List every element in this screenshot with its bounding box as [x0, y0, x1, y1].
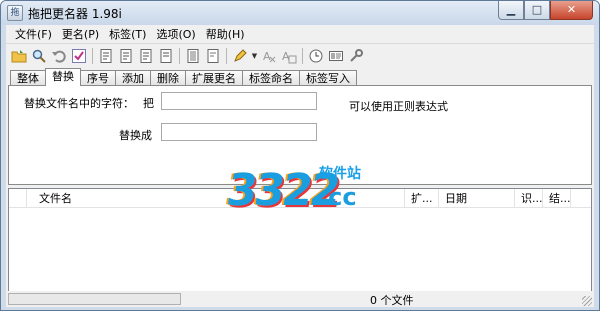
menu-rename[interactable]: 更名(P)	[57, 25, 104, 44]
highlighter-icon[interactable]	[230, 46, 250, 66]
tab-extension-rename[interactable]: 扩展更名	[185, 70, 243, 86]
clock-icon[interactable]	[306, 46, 326, 66]
resize-grip-icon[interactable]	[582, 296, 592, 306]
watermark-site-name: 软件站	[319, 166, 361, 182]
find-prefix-label: 把	[143, 97, 154, 110]
watermark-domain: .cc	[319, 183, 357, 211]
window-title: 拖把更名器 1.98i	[28, 7, 122, 21]
app-window: 拖 拖把更名器 1.98i ▁ □ ✕ 文件(F) 更名(P) 标签(T) 选项…	[0, 0, 600, 311]
column-result[interactable]: 结...	[543, 189, 571, 208]
tab-tag-writing[interactable]: 标签写入	[299, 70, 357, 86]
document-icon[interactable]	[203, 46, 223, 66]
menu-options[interactable]: 选项(O)	[151, 25, 200, 44]
status-bar: 0 个文件	[6, 291, 594, 307]
edit-file-2-icon[interactable]	[116, 46, 136, 66]
menu-bar: 文件(F) 更名(P) 标签(T) 选项(O) 帮助(H)	[6, 25, 594, 44]
replace-input[interactable]	[161, 123, 317, 141]
toolbar-separator	[226, 48, 227, 64]
minimize-button[interactable]: ▁	[498, 1, 524, 20]
tab-delete[interactable]: 删除	[150, 70, 186, 86]
list-icon[interactable]	[183, 46, 203, 66]
image-icon[interactable]	[326, 46, 346, 66]
close-button[interactable]: ✕	[550, 1, 593, 20]
toolbar-separator	[92, 48, 93, 64]
svg-text:A: A	[263, 50, 271, 63]
title-bar[interactable]: 拖 拖把更名器 1.98i ▁ □ ✕	[1, 1, 599, 25]
tab-sequence[interactable]: 序号	[80, 70, 116, 86]
toolbar: ▼ A A	[6, 45, 594, 67]
undo-icon[interactable]	[49, 46, 69, 66]
edit-file-1-icon[interactable]	[96, 46, 116, 66]
progress-bar	[8, 293, 181, 305]
find-input[interactable]	[161, 92, 317, 110]
menu-tags[interactable]: 标签(T)	[104, 25, 151, 44]
maximize-button[interactable]: □	[524, 1, 550, 20]
tab-tag-naming[interactable]: 标签命名	[242, 70, 300, 86]
check-icon[interactable]	[69, 46, 89, 66]
window-controls: ▁ □ ✕	[498, 1, 593, 20]
tab-strip: 整体 替换 序号 添加 删除 扩展更名 标签命名 标签写入	[10, 68, 357, 86]
open-folder-icon[interactable]	[9, 46, 29, 66]
menu-help[interactable]: 帮助(H)	[201, 25, 250, 44]
edit-file-4-icon[interactable]	[156, 46, 176, 66]
chevron-down-icon[interactable]: ▼	[250, 52, 259, 60]
tab-replace[interactable]: 替换	[45, 68, 81, 86]
search-icon[interactable]	[29, 46, 49, 66]
tab-add[interactable]: 添加	[115, 70, 151, 86]
tag-edit-icon[interactable]: A	[279, 46, 299, 66]
column-check[interactable]	[9, 189, 27, 208]
column-id[interactable]: 识...	[515, 189, 543, 208]
tools-icon[interactable]	[346, 46, 366, 66]
regex-hint: 可以使用正则表达式	[349, 100, 448, 113]
app-icon: 拖	[7, 5, 23, 21]
menu-file[interactable]: 文件(F)	[10, 25, 57, 44]
column-date[interactable]: 日期	[439, 189, 515, 208]
toolbar-separator	[179, 48, 180, 64]
find-label: 替换文件名中的字符：	[24, 97, 134, 110]
watermark-logo: 3322 软件站 .cc	[223, 157, 383, 217]
tab-overall[interactable]: 整体	[10, 70, 46, 86]
tag-remove-icon[interactable]: A	[259, 46, 279, 66]
toolbar-separator	[302, 48, 303, 64]
replace-label: 替换成	[119, 129, 152, 142]
file-count: 0 个文件	[370, 294, 414, 307]
column-extension[interactable]: 扩...	[405, 189, 439, 208]
edit-file-3-icon[interactable]	[136, 46, 156, 66]
